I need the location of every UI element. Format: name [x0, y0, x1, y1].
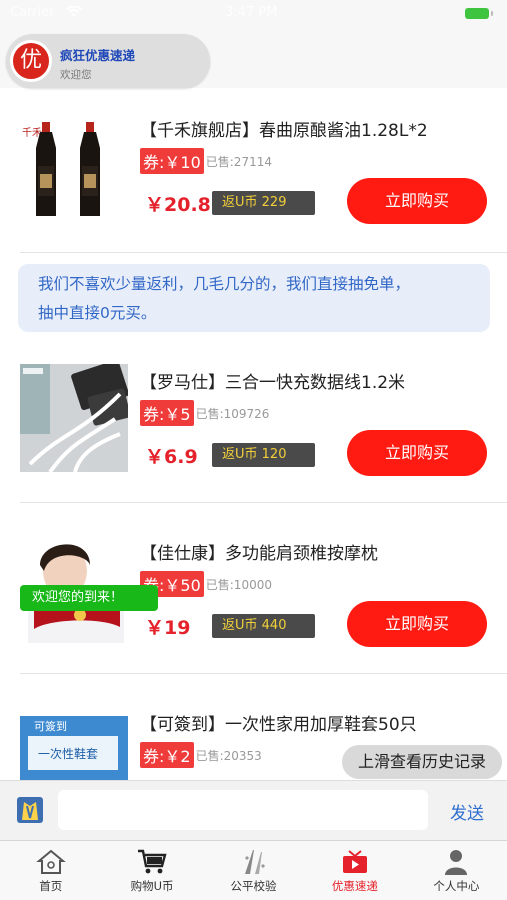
buy-now-button[interactable]: 立即购买 [347, 601, 487, 647]
battery-icon [465, 8, 493, 19]
app-info-chip[interactable]: 优 疯狂优惠速递 欢迎您 [6, 34, 210, 88]
tab-fair-verify[interactable]: 公平校验 [203, 841, 304, 900]
buy-now-button[interactable]: 立即购买 [347, 430, 487, 476]
buy-now-button[interactable]: 立即购买 [347, 178, 487, 224]
verify-icon [239, 848, 269, 876]
sold-count: 已售:20353 [195, 748, 262, 763]
sold-count: 已售:109726 [195, 406, 270, 421]
svg-text:可簽到: 可簽到 [34, 719, 67, 733]
tab-label: 公平校验 [230, 879, 277, 893]
svg-text:一次性鞋套: 一次性鞋套 [38, 746, 98, 761]
tab-bar: 首页 购物U币 公平校验 优惠速递 个人中心 [0, 840, 507, 900]
product-card[interactable]: 千禾 【千禾旗舰店】春曲原酿酱油1.28L*2 券:￥10 已售:27114 ￥… [0, 102, 507, 252]
product-title[interactable]: 【可簽到】一次性家用加厚鞋套50只 [140, 710, 417, 735]
app-subtitle: 欢迎您 [60, 69, 92, 81]
divider [20, 252, 507, 253]
ucoin-badge: 返U币 229 [212, 191, 315, 215]
coupon-badge: 券:￥2 [140, 742, 194, 768]
app-screen: Carrier 3:47 PM 优 疯狂优惠速递 欢迎您 千禾 【千禾旗舰店】春… [0, 0, 507, 900]
notice-banner: 我们不喜欢少量返利，几毛几分的，我们直接抽免单， 抽中直接0元买。 [18, 264, 490, 332]
notice-line-2: 抽中直接0元买。 [38, 304, 157, 322]
price: ￥19 [145, 617, 191, 639]
coupon-row: 券:￥10 已售:27114 [140, 148, 272, 174]
notice-line-1: 我们不喜欢少量返利，几毛几分的，我们直接抽免单， [38, 275, 411, 293]
product-card[interactable]: 【罗马仕】三合一快充数据线1.2米 券:￥5 已售:109726 ￥6.9 返U… [0, 354, 507, 504]
tab-label: 优惠速递 [331, 879, 378, 893]
price: ￥6.9 [145, 446, 198, 468]
divider [20, 673, 507, 674]
product-title[interactable]: 【罗马仕】三合一快充数据线1.2米 [140, 368, 405, 393]
coupon-badge: 券:￥10 [140, 148, 204, 174]
app-title: 疯狂优惠速递 [60, 48, 136, 63]
home-icon [35, 848, 66, 876]
person-icon [441, 848, 471, 876]
status-time: 3:47 PM [225, 5, 278, 20]
coupon-row: 券:￥5 已售:109726 [140, 400, 269, 426]
send-button[interactable]: 发送 [450, 799, 484, 824]
tab-profile[interactable]: 个人中心 [406, 841, 507, 900]
ucoin-badge: 返U币 440 [212, 614, 315, 638]
divider [20, 502, 507, 503]
cart-icon [137, 848, 167, 876]
keyboard-toggle-icon[interactable] [16, 796, 44, 824]
tab-label: 个人中心 [433, 879, 480, 893]
coupon-row: 券:￥2 已售:20353 [140, 742, 262, 768]
video-icon [340, 848, 370, 876]
shoe-covers-image[interactable]: 可簽到 一次性鞋套 [20, 706, 128, 780]
tab-label: 购物U币 [130, 879, 174, 893]
tab-deals[interactable]: 优惠速递 [304, 841, 405, 900]
coupon-badge: 券:￥5 [140, 400, 194, 426]
soy-sauce-image[interactable]: 千禾 [20, 112, 128, 220]
status-bar: Carrier 3:47 PM [0, 0, 507, 28]
view-history-button[interactable]: 上滑查看历史记录 [342, 745, 502, 779]
coupon-row: 券:￥50 已售:10000 [140, 571, 272, 597]
product-title[interactable]: 【佳仕康】多功能肩颈椎按摩枕 [140, 539, 378, 564]
tab-label: 首页 [39, 879, 63, 893]
product-title[interactable]: 【千禾旗舰店】春曲原酿酱油1.28L*2 [140, 116, 428, 141]
wifi-icon [66, 5, 82, 21]
ucoin-badge: 返U币 120 [212, 443, 315, 467]
welcome-toast: 欢迎您的到来！ [20, 585, 158, 611]
charging-cable-image[interactable] [20, 364, 128, 472]
tab-shopping-ucoin[interactable]: 购物U币 [101, 841, 202, 900]
sold-count: 已售:27114 [205, 154, 272, 169]
chat-input-bar: 发送 [0, 780, 507, 840]
app-logo: 优 [10, 40, 52, 82]
tab-home[interactable]: 首页 [0, 841, 101, 900]
sold-count: 已售:10000 [205, 577, 272, 592]
header: 优 疯狂优惠速递 欢迎您 [0, 28, 507, 88]
price: ￥20.8 [145, 194, 211, 216]
message-input[interactable] [58, 790, 428, 830]
carrier-label: Carrier [10, 5, 55, 20]
